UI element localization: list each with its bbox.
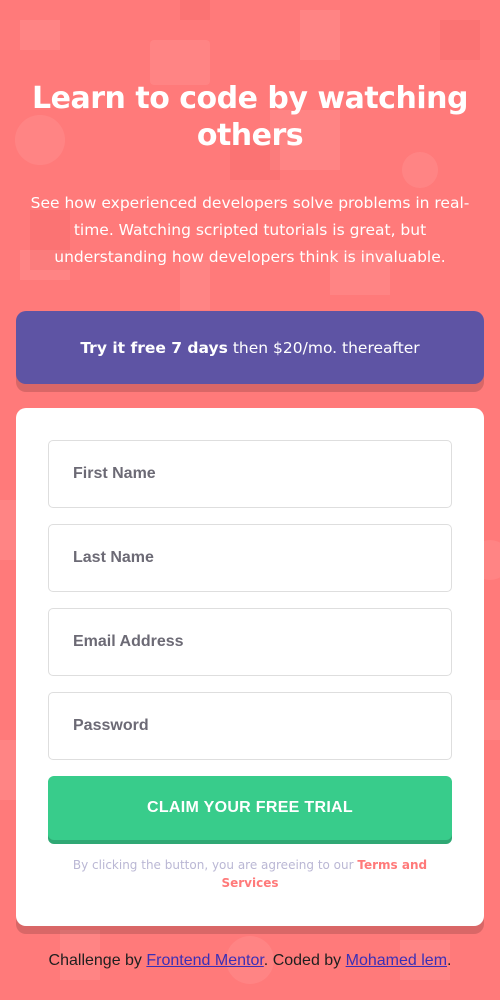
terms-notice-text: By clicking the button, you are agreeing… — [72, 858, 354, 872]
terms-notice: By clicking the button, you are agreeing… — [56, 856, 444, 892]
password-field[interactable]: Password — [48, 692, 452, 760]
trial-banner: Try it free 7 days then $20/mo. thereaft… — [16, 311, 484, 384]
first-name-placeholder: First Name — [73, 465, 156, 482]
last-name-placeholder: Last Name — [73, 549, 154, 566]
footer-prefix: Challenge by — [48, 952, 142, 969]
frontend-mentor-link[interactable]: Frontend Mentor — [146, 952, 263, 969]
first-name-field[interactable]: First Name — [48, 440, 452, 508]
signup-form: First Name Last Name Email Address Passw… — [16, 408, 484, 926]
attribution-footer: Challenge by Frontend Mentor. Coded by M… — [0, 952, 500, 970]
email-field[interactable]: Email Address — [48, 608, 452, 676]
hero-description: See how experienced developers solve pro… — [30, 194, 470, 266]
claim-trial-button[interactable]: CLAIM YOUR FREE TRIAL — [48, 776, 452, 840]
footer-suffix: . — [447, 952, 452, 969]
email-placeholder: Email Address — [73, 633, 184, 650]
last-name-field[interactable]: Last Name — [48, 524, 452, 592]
trial-banner-price: then $20/mo. thereafter — [232, 338, 420, 357]
page-title: Learn to code by watching others — [32, 81, 468, 153]
author-link[interactable]: Mohamed lem — [346, 952, 447, 969]
trial-banner-highlight: Try it free 7 days — [80, 338, 228, 357]
page: Learn to code by watching others See how… — [0, 0, 500, 1000]
password-placeholder: Password — [73, 717, 149, 734]
footer-middle: . Coded by — [263, 952, 342, 969]
